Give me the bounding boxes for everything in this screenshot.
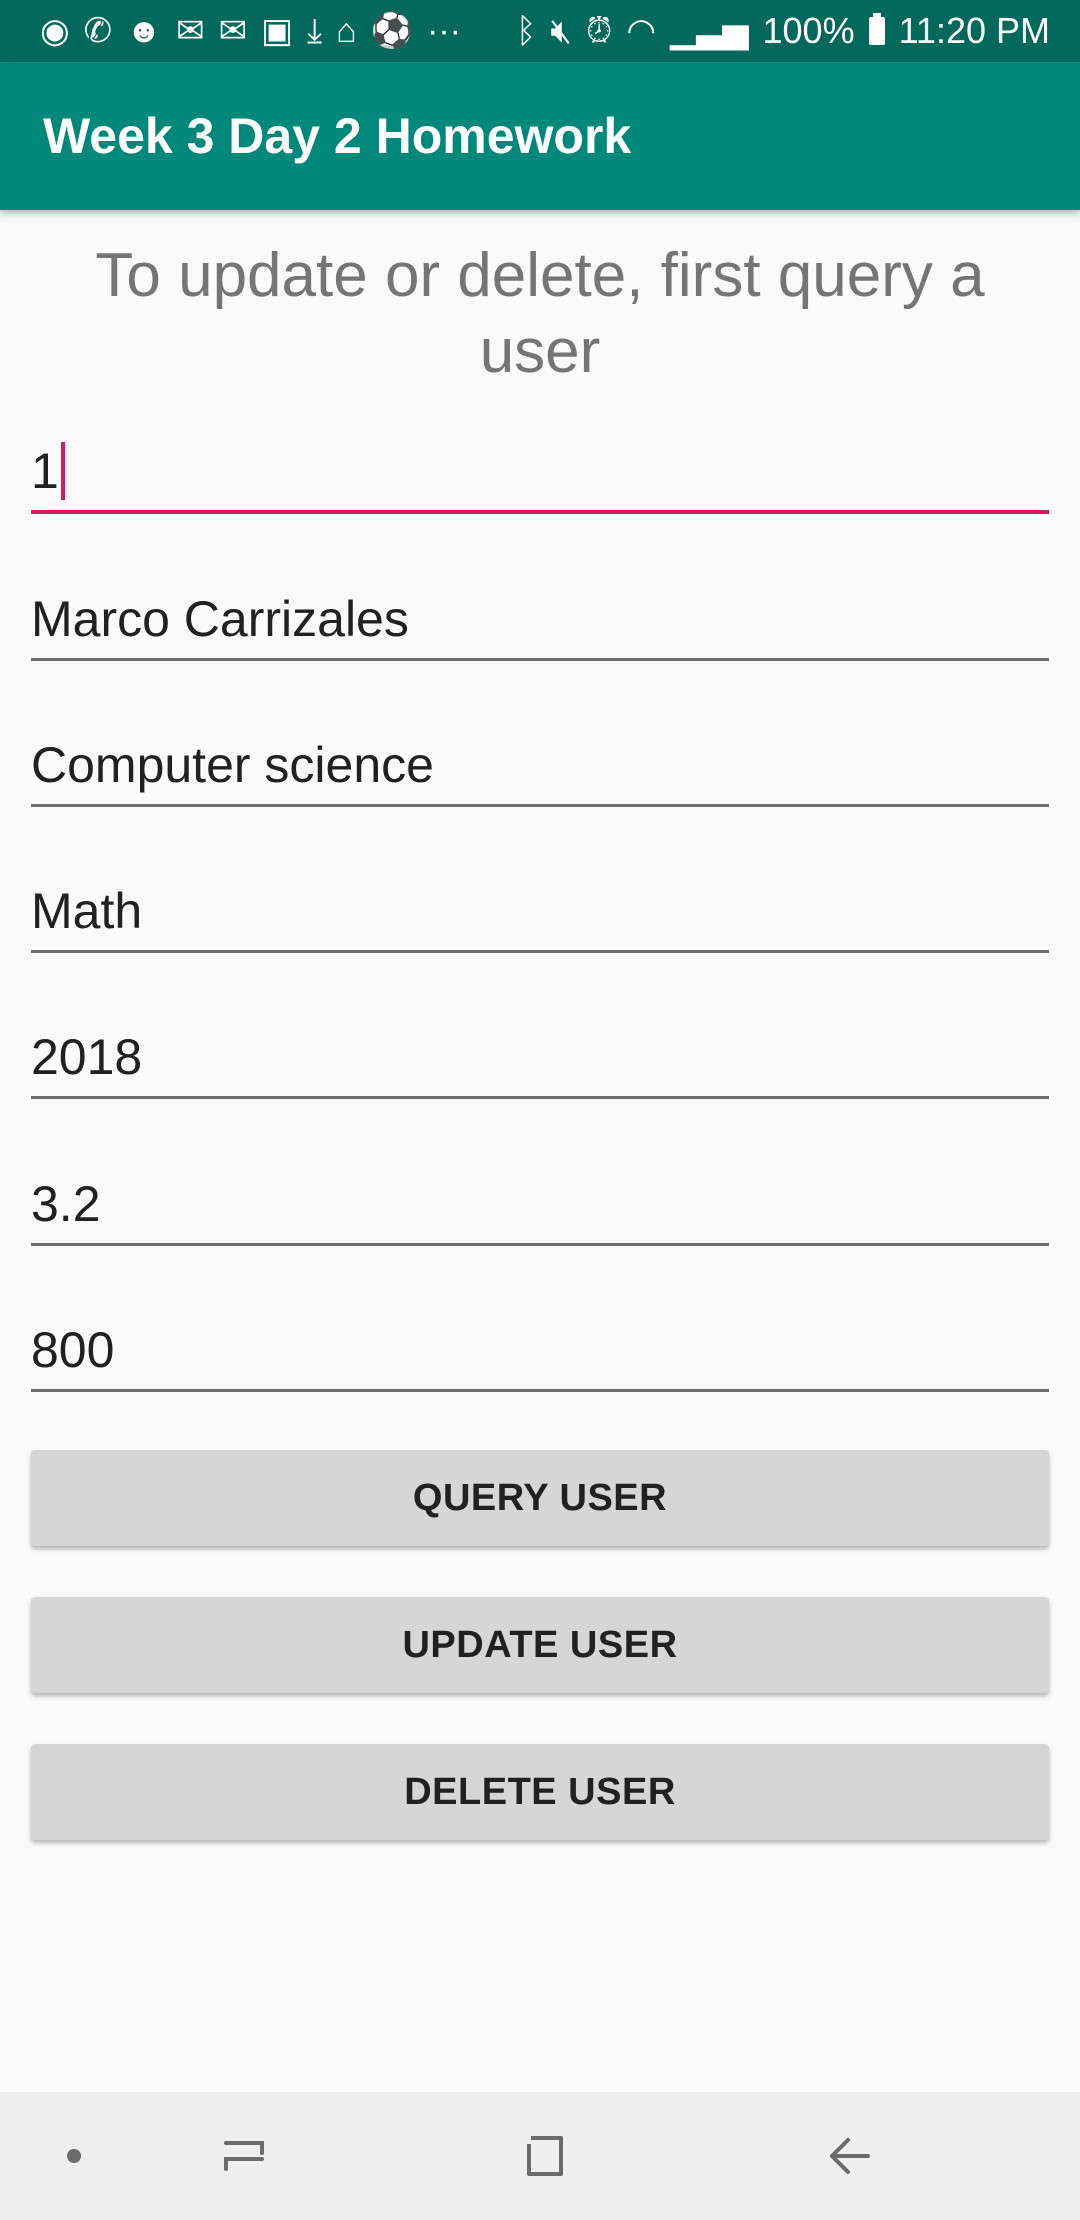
delete-user-button[interactable]: DELETE USER	[31, 1744, 1049, 1840]
more-icon: ···	[427, 12, 461, 50]
user-id-field[interactable]: 1	[31, 434, 1049, 514]
system-icons: ᛒ 🔇︎ ⏰︎ ◠ ▁▃▅ 100% 11:20 PM	[516, 10, 1050, 52]
gpa-value: 3.2	[31, 1176, 101, 1232]
home-icon[interactable]	[510, 2092, 580, 2220]
name-value: Marco Carrizales	[31, 591, 409, 647]
soccer-icon: ⚽	[370, 12, 413, 50]
app-bar: Week 3 Day 2 Homework	[0, 62, 1080, 210]
status-bar: ◉ ✆ ☻ ✉ ✉ ▣ ⤓ ⌂ ⚽ ··· ᛒ 🔇︎ ⏰︎ ◠ ▁▃▅ 100%…	[0, 0, 1080, 62]
alarm-icon: ⏰︎	[585, 12, 613, 50]
text-cursor	[60, 442, 65, 500]
gmail-icon: ✉	[218, 12, 247, 50]
major-field[interactable]: Computer science	[31, 727, 1049, 807]
whatsapp-icon: ✆	[83, 12, 113, 50]
minor-value: Math	[31, 883, 143, 939]
back-icon[interactable]	[815, 2092, 885, 2220]
download-icon: ⤓	[307, 12, 323, 50]
minor-field[interactable]: Math	[31, 873, 1049, 953]
notification-icons: ◉ ✆ ☻ ✉ ✉ ▣ ⤓ ⌂ ⚽ ···	[40, 14, 461, 48]
wifi-icon: ◠	[626, 12, 657, 50]
spotify-icon: ◉	[40, 12, 70, 50]
mute-icon: 🔇︎	[550, 12, 572, 50]
update-user-button[interactable]: UPDATE USER	[31, 1597, 1049, 1693]
reddit-icon: ☻	[126, 12, 162, 50]
recent-apps-icon[interactable]	[210, 2092, 280, 2220]
instruction-text: To update or delete, first query a user	[95, 241, 985, 386]
app-title: Week 3 Day 2 Homework	[43, 108, 632, 164]
amazon-icon: ⌂	[336, 12, 357, 50]
gpa-field[interactable]: 3.2	[31, 1166, 1049, 1246]
nav-dot-icon[interactable]	[44, 2092, 104, 2220]
name-field[interactable]: Marco Carrizales	[31, 581, 1049, 661]
year-value: 2018	[31, 1029, 143, 1085]
twitch-icon: ▣	[260, 12, 294, 50]
score-field[interactable]: 800	[31, 1312, 1049, 1392]
major-value: Computer science	[31, 737, 434, 793]
battery-icon	[868, 13, 885, 45]
score-value: 800	[31, 1322, 115, 1378]
navigation-bar	[0, 2092, 1080, 2220]
gmail-icon: ✉	[175, 12, 205, 50]
signal-icon: ▁▃▅	[670, 12, 749, 50]
clock: 11:20 PM	[898, 10, 1050, 51]
year-field[interactable]: 2018	[31, 1019, 1049, 1099]
battery-percent: 100%	[762, 10, 855, 51]
user-id-value: 1	[31, 443, 59, 499]
query-user-button[interactable]: QUERY USER	[31, 1450, 1049, 1546]
bluetooth-icon: ᛒ	[516, 12, 537, 50]
